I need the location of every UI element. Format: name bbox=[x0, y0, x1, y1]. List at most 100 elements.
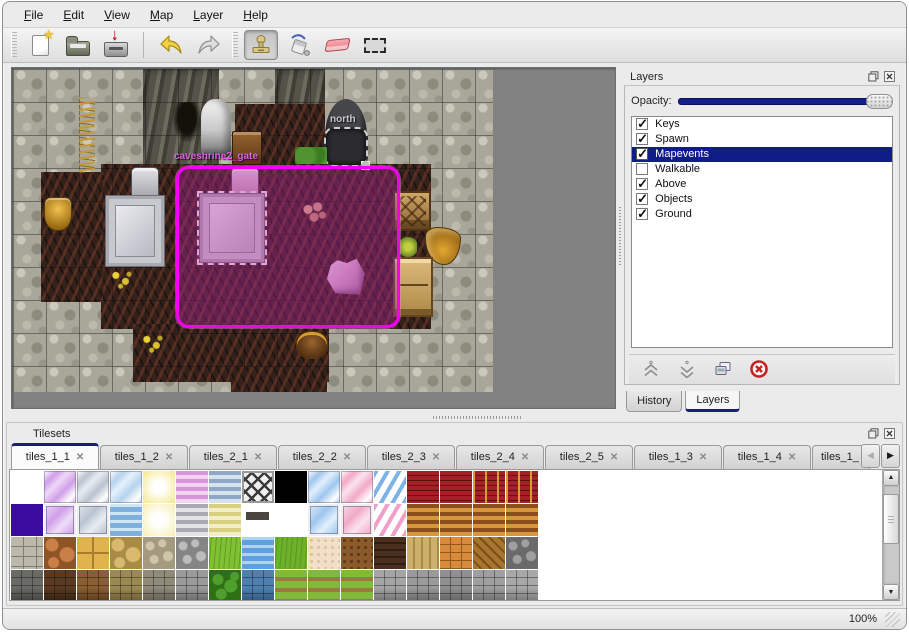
palette-tile[interactable] bbox=[77, 570, 109, 602]
palette-tile[interactable] bbox=[341, 504, 373, 536]
close-tab-icon[interactable]: ✕ bbox=[432, 452, 440, 463]
palette-tile[interactable] bbox=[242, 537, 274, 569]
toolbar-grip-2[interactable] bbox=[232, 32, 238, 58]
close-tab-icon[interactable]: ✕ bbox=[610, 452, 618, 463]
palette-tile[interactable] bbox=[275, 471, 307, 503]
vertical-splitter[interactable] bbox=[616, 67, 624, 409]
tileset-tab-tiles_2_2[interactable]: tiles_2_2✕ bbox=[278, 445, 366, 469]
palette-tile[interactable] bbox=[209, 471, 241, 503]
layer-row-spawn[interactable]: Spawn bbox=[632, 132, 892, 147]
tileset-tab-tiles_2_1[interactable]: tiles_2_1✕ bbox=[189, 445, 277, 469]
palette-tile[interactable] bbox=[308, 537, 340, 569]
palette-tile[interactable] bbox=[11, 570, 43, 602]
menu-map[interactable]: Map bbox=[141, 5, 182, 25]
palette-tile[interactable] bbox=[308, 471, 340, 503]
palette-tile[interactable] bbox=[407, 504, 439, 536]
palette-tile[interactable] bbox=[176, 570, 208, 602]
layer-row-keys[interactable]: Keys bbox=[632, 117, 892, 132]
scrollbar-thumb[interactable] bbox=[883, 494, 899, 544]
palette-tile[interactable] bbox=[440, 537, 472, 569]
palette-tile[interactable] bbox=[506, 504, 538, 536]
palette-tile[interactable] bbox=[209, 570, 241, 602]
map-event-selection[interactable] bbox=[176, 166, 400, 328]
close-tab-icon[interactable]: ✕ bbox=[76, 452, 84, 463]
palette-tile[interactable] bbox=[110, 504, 142, 536]
layer-visibility-checkbox[interactable] bbox=[636, 148, 648, 160]
palette-tile[interactable] bbox=[374, 537, 406, 569]
palette-tile[interactable] bbox=[473, 504, 505, 536]
layer-visibility-checkbox[interactable] bbox=[636, 193, 648, 205]
delete-layer-button[interactable] bbox=[747, 358, 771, 380]
palette-tile[interactable] bbox=[176, 537, 208, 569]
stamp-tool-button[interactable] bbox=[244, 30, 278, 60]
menu-file[interactable]: File bbox=[15, 5, 52, 25]
layer-row-above[interactable]: Above bbox=[632, 177, 892, 192]
palette-tile[interactable] bbox=[209, 504, 241, 536]
rect-select-tool-button[interactable] bbox=[358, 30, 392, 60]
palette-tile[interactable] bbox=[110, 537, 142, 569]
layer-row-ground[interactable]: Ground bbox=[632, 207, 892, 222]
palette-tile[interactable] bbox=[506, 471, 538, 503]
palette-tile[interactable] bbox=[143, 504, 175, 536]
palette-tile[interactable] bbox=[275, 537, 307, 569]
palette-tile[interactable] bbox=[275, 570, 307, 602]
scroll-tabs-right-icon[interactable]: ▶ bbox=[881, 444, 900, 468]
palette-tile[interactable] bbox=[143, 537, 175, 569]
palette-tile[interactable] bbox=[44, 537, 76, 569]
palette-tile[interactable] bbox=[77, 504, 109, 536]
palette-scroll-area[interactable] bbox=[10, 470, 882, 601]
tileset-tab-tiles_2_5[interactable]: tiles_2_5✕ bbox=[545, 445, 633, 469]
palette-tile[interactable] bbox=[407, 537, 439, 569]
menu-edit[interactable]: Edit bbox=[54, 5, 93, 25]
close-tab-icon[interactable]: ✕ bbox=[521, 452, 529, 463]
palette-tile[interactable] bbox=[374, 570, 406, 602]
layer-row-walkable[interactable]: Walkable bbox=[632, 162, 892, 177]
palette-tile[interactable] bbox=[440, 504, 472, 536]
resize-grip[interactable] bbox=[885, 612, 900, 627]
palette-tile[interactable] bbox=[374, 471, 406, 503]
palette-tile[interactable] bbox=[110, 471, 142, 503]
new-file-button[interactable] bbox=[23, 30, 57, 60]
palette-tile[interactable] bbox=[407, 570, 439, 602]
close-tab-icon[interactable]: ✕ bbox=[165, 452, 173, 463]
palette-tile[interactable] bbox=[11, 471, 43, 503]
layer-visibility-checkbox[interactable] bbox=[636, 163, 648, 175]
duplicate-layer-button[interactable] bbox=[711, 358, 735, 380]
palette-tile[interactable] bbox=[275, 504, 307, 536]
tileset-tab-tiles_1_3[interactable]: tiles_1_3✕ bbox=[634, 445, 722, 469]
raise-layer-button[interactable] bbox=[639, 358, 663, 380]
opacity-slider-handle[interactable] bbox=[866, 94, 893, 109]
close-tab-icon[interactable]: ✕ bbox=[254, 452, 262, 463]
palette-tile[interactable] bbox=[11, 537, 43, 569]
palette-tile[interactable] bbox=[143, 471, 175, 503]
palette-tile[interactable] bbox=[506, 570, 538, 602]
scrollbar-track[interactable] bbox=[883, 486, 899, 585]
tileset-tab-tiles_2_3[interactable]: tiles_2_3✕ bbox=[367, 445, 455, 469]
tilesets-close-icon[interactable] bbox=[883, 427, 896, 440]
scroll-down-icon[interactable]: ▼ bbox=[883, 584, 899, 600]
tileset-tab-tiles_2_4[interactable]: tiles_2_4✕ bbox=[456, 445, 544, 469]
palette-tile[interactable] bbox=[374, 504, 406, 536]
dock-tab-layers[interactable]: Layers bbox=[685, 391, 740, 412]
tileset-tab-tiles_1_1[interactable]: tiles_1_1✕ bbox=[11, 443, 99, 469]
palette-tile[interactable] bbox=[341, 537, 373, 569]
palette-tile[interactable] bbox=[242, 570, 274, 602]
menu-help[interactable]: Help bbox=[234, 5, 277, 25]
open-file-button[interactable] bbox=[61, 30, 95, 60]
palette-tile[interactable] bbox=[44, 504, 76, 536]
scroll-tabs-left-icon[interactable]: ◀ bbox=[861, 444, 880, 468]
tileset-tab-tiles_1_2[interactable]: tiles_1_2✕ bbox=[100, 445, 188, 469]
close-panel-icon[interactable] bbox=[883, 70, 896, 83]
tileset-tab-tiles_1_4[interactable]: tiles_1_4✕ bbox=[723, 445, 811, 469]
palette-tile[interactable] bbox=[44, 471, 76, 503]
palette-tile[interactable] bbox=[341, 570, 373, 602]
close-tab-icon[interactable]: ✕ bbox=[788, 452, 796, 463]
palette-tile[interactable] bbox=[77, 471, 109, 503]
layer-visibility-checkbox[interactable] bbox=[636, 178, 648, 190]
opacity-slider-track[interactable] bbox=[678, 98, 891, 105]
palette-tile[interactable] bbox=[407, 471, 439, 503]
palette-tile[interactable] bbox=[440, 471, 472, 503]
layer-visibility-checkbox[interactable] bbox=[636, 208, 648, 220]
palette-tile[interactable] bbox=[242, 471, 274, 503]
lower-layer-button[interactable] bbox=[675, 358, 699, 380]
